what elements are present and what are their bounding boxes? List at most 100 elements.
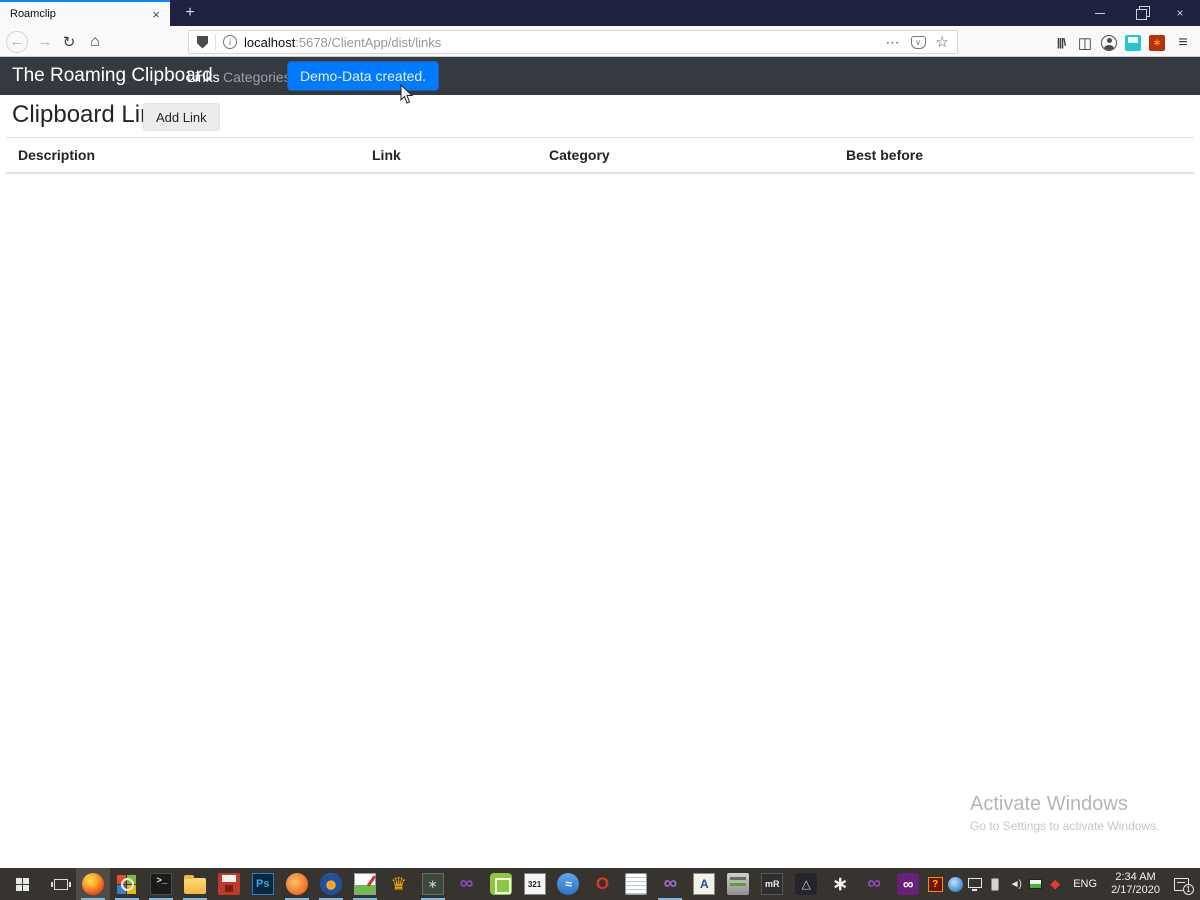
taskbar-green-app[interactable]: [484, 868, 518, 900]
window-minimize-button[interactable]: [1080, 0, 1120, 26]
taskbar-search-tool[interactable]: [110, 868, 144, 900]
dictionary-icon: A: [693, 873, 716, 895]
new-tab-button[interactable]: +: [178, 2, 202, 24]
browser-tab[interactable]: Roamclip ×: [0, 0, 170, 26]
window-close-button[interactable]: ×: [1160, 0, 1200, 26]
pocket-icon[interactable]: ∨: [910, 35, 926, 49]
taskbar-visual-studio-2[interactable]: ∞: [857, 868, 891, 900]
headphones-icon: [319, 873, 342, 895]
tray-diamond-app[interactable]: ◆: [1045, 868, 1065, 900]
taskbar-clock[interactable]: 2:34 AM 2/17/2020: [1105, 871, 1166, 897]
notepad-icon: [625, 873, 648, 895]
taskbar-command-prompt[interactable]: >_: [144, 868, 178, 900]
tray-volume[interactable]: ◄): [1005, 868, 1025, 900]
blue-bird-icon: ≈: [557, 873, 580, 895]
library-icon[interactable]: |||\: [1048, 30, 1074, 55]
forward-button[interactable]: →: [32, 29, 58, 54]
usb-device-icon: [991, 877, 1000, 891]
taskbar-backup-tool[interactable]: [212, 868, 246, 900]
notification-badge: 1: [1183, 884, 1194, 895]
url-bar[interactable]: i localhost:5678/ClientApp/dist/links ⋯ …: [188, 30, 958, 54]
extension-gear-icon[interactable]: ∗: [1144, 30, 1170, 55]
image-editor-icon: [353, 873, 376, 895]
file-explorer-icon: [183, 875, 206, 894]
add-link-button[interactable]: Add Link: [143, 103, 220, 131]
taskbar-blue-bird-app[interactable]: ≈: [552, 868, 586, 900]
command-prompt-icon: >_: [149, 873, 172, 895]
gear-extension-glyph: ∗: [1149, 34, 1165, 51]
taskbar-knot-app[interactable]: ∗: [823, 868, 857, 900]
clock-date: 2/17/2020: [1111, 884, 1160, 896]
browser-titlebar: Roamclip × + ×: [0, 0, 1200, 26]
display-icon: [1028, 879, 1042, 889]
tray-help-app[interactable]: ?: [925, 868, 945, 900]
tray-usb-device[interactable]: [985, 868, 1005, 900]
taskbar-notepad[interactable]: [619, 868, 653, 900]
taskbar-visual-studio-old[interactable]: ∞: [450, 868, 484, 900]
extension-save-icon[interactable]: [1120, 30, 1146, 55]
taskbar-mremoteng[interactable]: mR: [755, 868, 789, 900]
url-path: :5678/ClientApp/dist/links: [295, 34, 442, 50]
windows-search-icon: [117, 874, 137, 894]
taskbar-opera[interactable]: O: [585, 868, 619, 900]
taskbar-image-editor[interactable]: [348, 868, 382, 900]
taskbar-database-server-app[interactable]: [721, 868, 755, 900]
tray-network-globe[interactable]: [945, 868, 965, 900]
account-glyph: [1101, 34, 1117, 51]
bookmark-star-icon[interactable]: ☆: [936, 33, 949, 51]
toolbox-icon: ∗: [421, 873, 444, 895]
window-restore-button[interactable]: [1120, 0, 1160, 26]
action-center-button[interactable]: 1: [1166, 868, 1196, 900]
hamburger-menu-icon[interactable]: ≡: [1170, 30, 1196, 55]
app-navbar: The Roaming Clipboard Links Categories: [0, 57, 1200, 95]
start-button[interactable]: [0, 868, 46, 900]
reload-button[interactable]: ↻: [56, 29, 82, 54]
taskbar-dictionary-app[interactable]: A: [687, 868, 721, 900]
monitor-icon: [968, 877, 983, 891]
mpc-321-icon: 321: [523, 873, 546, 895]
taskbar-file-explorer[interactable]: [178, 868, 212, 900]
nav-link-links[interactable]: Links: [187, 69, 220, 85]
page-actions-icon[interactable]: ⋯: [886, 34, 901, 51]
tracking-protection-shield-icon[interactable]: [197, 35, 208, 49]
crown-icon: ♛: [390, 873, 407, 894]
opera-icon: O: [595, 874, 610, 893]
taskbar-media-player-classic[interactable]: 321: [518, 868, 552, 900]
windows-logo-icon: [16, 877, 30, 891]
visual-studio-infinity-icon: ∞: [459, 873, 474, 894]
clock-time: 2:34 AM: [1115, 871, 1156, 883]
back-icon: ←: [6, 30, 28, 53]
site-info-icon[interactable]: i: [223, 35, 237, 49]
taskbar-audio-player[interactable]: [314, 868, 348, 900]
system-tray: ? ◄) ◆ ENG 2:34 AM 2/17/2020 1: [925, 868, 1200, 900]
mouse-cursor: [400, 84, 414, 104]
task-view-button[interactable]: [46, 868, 76, 900]
links-table: Description Link Category Best before: [6, 137, 1194, 174]
tray-network-monitor[interactable]: [965, 868, 985, 900]
taskbar-blender[interactable]: [280, 868, 314, 900]
col-header-description: Description: [6, 137, 360, 174]
taskbar-triad-app[interactable]: △: [789, 868, 823, 900]
triangle-app-icon: △: [795, 873, 818, 895]
taskbar-toolbox-app[interactable]: ∗: [416, 868, 450, 900]
taskbar-crown-app[interactable]: ♛: [382, 868, 416, 900]
home-button[interactable]: ⌂: [82, 29, 108, 54]
browser-toolbar: ← → ↻ ⌂ i localhost:5678/ClientApp/dist/…: [0, 26, 1200, 57]
taskbar-visual-studio-solid[interactable]: ∞: [891, 868, 925, 900]
nav-link-categories[interactable]: Categories: [223, 69, 291, 85]
demo-data-button[interactable]: Demo-Data created.: [287, 61, 440, 91]
sidebar-icon[interactable]: ◫: [1072, 30, 1098, 55]
taskbar-visual-studio[interactable]: ∞: [653, 868, 687, 900]
tray-display-settings[interactable]: [1025, 868, 1045, 900]
app-brand[interactable]: The Roaming Clipboard: [12, 65, 213, 87]
language-indicator[interactable]: ENG: [1065, 878, 1105, 890]
tab-close-icon[interactable]: ×: [152, 7, 160, 22]
url-host: localhost: [244, 34, 296, 50]
account-icon[interactable]: [1096, 30, 1122, 55]
watermark-line2: Go to Settings to activate Windows.: [970, 819, 1160, 833]
col-header-link: Link: [360, 137, 537, 174]
back-button[interactable]: ←: [4, 29, 30, 54]
taskbar-photoshop[interactable]: Ps: [246, 868, 280, 900]
task-view-icon: [50, 878, 71, 890]
taskbar-firefox[interactable]: [75, 868, 110, 900]
